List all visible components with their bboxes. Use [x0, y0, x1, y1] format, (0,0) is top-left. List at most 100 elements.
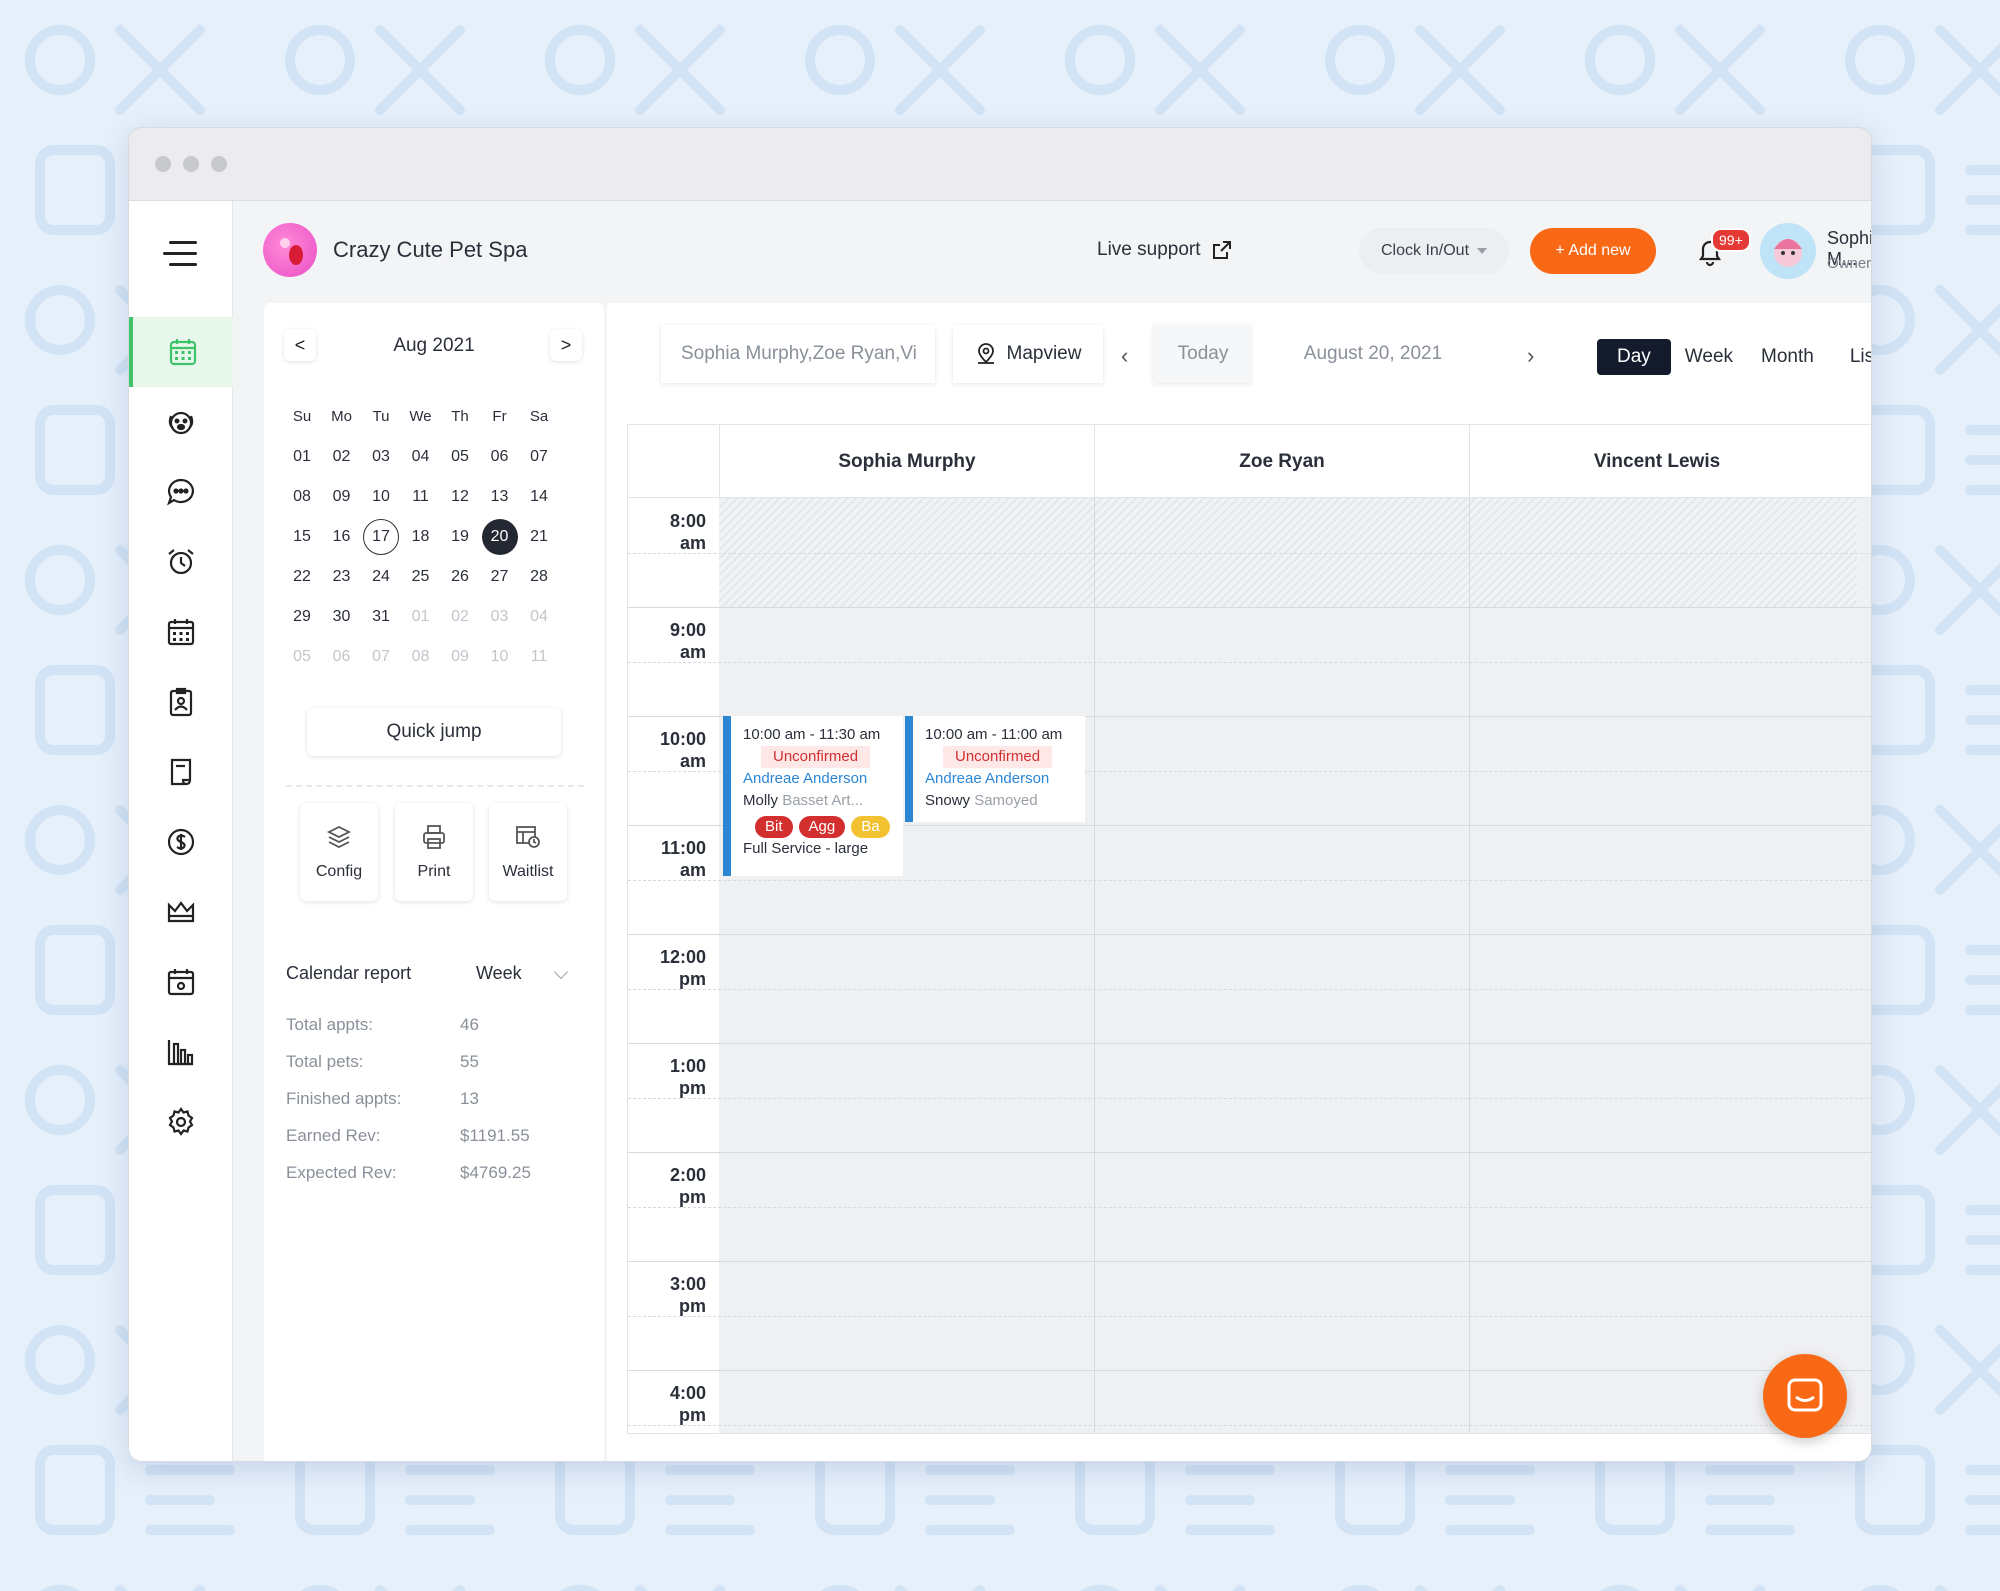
client-name[interactable]: Andreae Anderson	[925, 768, 1085, 790]
calendar-day[interactable]: 19	[442, 519, 478, 555]
window-close-dot[interactable]	[155, 156, 171, 172]
time-label-hour: 11:00	[660, 838, 706, 858]
calendar-day[interactable]: 18	[403, 519, 439, 555]
appointment-card[interactable]: 10:00 am - 11:00 am Unconfirmed Andreae An…	[905, 716, 1085, 822]
mapview-button[interactable]: Mapview	[953, 325, 1103, 383]
waitlist-button[interactable]: Waitlist	[489, 803, 567, 901]
external-link-icon	[1212, 241, 1231, 259]
calendar-day[interactable]: 02	[324, 439, 360, 475]
tab-day[interactable]: Day	[1597, 339, 1671, 375]
window-minimize-dot[interactable]	[183, 156, 199, 172]
calendar-day[interactable]: 08	[403, 639, 439, 675]
calendar-day[interactable]: 24	[363, 559, 399, 595]
time-label-ampm: pm	[679, 969, 706, 989]
sidebar-item-staff[interactable]	[129, 667, 233, 737]
config-button[interactable]: Config	[300, 803, 378, 901]
calendar-day[interactable]: 10	[363, 479, 399, 515]
client-name[interactable]: Andreae Anderson	[743, 768, 903, 790]
calendar-day[interactable]: 09	[442, 639, 478, 675]
tab-week[interactable]: Week	[1671, 340, 1747, 374]
calendar-day[interactable]: 09	[324, 479, 360, 515]
window-maximize-dot[interactable]	[211, 156, 227, 172]
next-day-chevron-icon[interactable]: ›	[1527, 343, 1534, 369]
sidebar-item-bookings[interactable]	[129, 947, 233, 1017]
staff-filter-select[interactable]: Sophia Murphy,Zoe Ryan,Vi	[661, 325, 935, 383]
calendar-day[interactable]: 26	[442, 559, 478, 595]
stat-value: $4769.25	[460, 1163, 531, 1182]
calendar-day[interactable]: 11	[403, 479, 439, 515]
calendar-day[interactable]: 25	[403, 559, 439, 595]
report-period-select[interactable]: Week	[476, 963, 522, 984]
tab-list[interactable]: List	[1836, 340, 1871, 374]
calendar-day[interactable]: 31	[363, 599, 399, 635]
calendar-day[interactable]: 07	[521, 439, 557, 475]
calendar-day[interactable]: 30	[324, 599, 360, 635]
sidebar-item-calendar[interactable]	[129, 317, 233, 387]
print-button[interactable]: Print	[395, 803, 473, 901]
crown-icon	[167, 901, 195, 923]
tab-month[interactable]: Month	[1747, 340, 1828, 374]
sidebar-item-reminders[interactable]	[129, 527, 233, 597]
calendar-day[interactable]: 05	[442, 439, 478, 475]
chevron-down-icon[interactable]	[553, 964, 569, 980]
calendar-day[interactable]: 08	[284, 479, 320, 515]
sidebar-item-documents[interactable]	[129, 737, 233, 807]
calendar-day[interactable]: 01	[284, 439, 320, 475]
calendar-day[interactable]: 16	[324, 519, 360, 555]
chat-widget-button[interactable]	[1763, 1354, 1847, 1438]
calendar-day[interactable]: 28	[521, 559, 557, 595]
calendar-day[interactable]: 17	[363, 519, 399, 555]
brand-name: Crazy Cute Pet Spa	[333, 237, 528, 262]
document-icon	[170, 758, 192, 786]
clock-in-out-button[interactable]: Clock In/Out	[1359, 228, 1509, 274]
stat-label: Finished appts:	[286, 1089, 402, 1108]
sidebar-item-schedule[interactable]	[129, 597, 233, 667]
add-new-button[interactable]: + Add new	[1530, 228, 1656, 274]
sidebar	[129, 201, 233, 1461]
calendar-day[interactable]: 14	[521, 479, 557, 515]
calendar-day[interactable]: 12	[442, 479, 478, 515]
calendar-day[interactable]: 10	[482, 639, 518, 675]
calendar-day[interactable]: 21	[521, 519, 557, 555]
sidebar-item-reports[interactable]	[129, 1017, 233, 1087]
sidebar-item-payments[interactable]	[129, 807, 233, 877]
column-divider	[1469, 498, 1470, 1433]
calendar-day[interactable]: 20	[481, 519, 518, 555]
calendar-day[interactable]: 27	[482, 559, 518, 595]
calendar-day[interactable]: 06	[324, 639, 360, 675]
time-label-hour: 8:00	[669, 511, 706, 531]
appointment-card[interactable]: 10:00 am - 11:30 am Unconfirmed Andreae An…	[723, 716, 903, 876]
map-pin-icon	[977, 343, 994, 364]
time-label-hour: 10:00	[659, 729, 706, 749]
calendar-day[interactable]: 03	[482, 599, 518, 635]
sidebar-item-pets[interactable]	[129, 387, 233, 457]
calendar-day[interactable]: 15	[284, 519, 320, 555]
menu-icon[interactable]	[163, 241, 197, 267]
calendar-day[interactable]: 06	[482, 439, 518, 475]
sidebar-item-messages[interactable]	[129, 457, 233, 527]
calendar-day[interactable]: 11	[521, 639, 557, 675]
calendar-day[interactable]: 03	[363, 439, 399, 475]
calendar-day[interactable]: 02	[442, 599, 478, 635]
hour-line	[628, 1370, 1871, 1371]
calendar-day[interactable]: 29	[284, 599, 320, 635]
avatar[interactable]	[1760, 223, 1816, 279]
calendar-day[interactable]: 07	[363, 639, 399, 675]
calendar-day[interactable]: 04	[403, 439, 439, 475]
calendar-day[interactable]: 05	[284, 639, 320, 675]
prev-day-chevron-icon[interactable]: ‹	[1121, 343, 1128, 369]
half-hour-line	[628, 552, 1871, 554]
today-button[interactable]: Today	[1153, 325, 1253, 383]
next-month-button[interactable]: >	[550, 329, 582, 361]
calendar-day[interactable]: 13	[482, 479, 518, 515]
live-support-link[interactable]: Live support	[1097, 239, 1233, 261]
time-label-hour: 3:00	[669, 1274, 706, 1294]
calendar-day[interactable]: 23	[324, 559, 360, 595]
calendar-day[interactable]: 22	[284, 559, 320, 595]
service-name: Full Service - large	[743, 840, 869, 857]
calendar-day[interactable]: 01	[403, 599, 439, 635]
sidebar-item-memberships[interactable]	[129, 877, 233, 947]
sidebar-item-settings[interactable]	[129, 1087, 233, 1157]
calendar-day[interactable]: 04	[521, 599, 557, 635]
quick-jump-button[interactable]: Quick jump	[307, 708, 561, 756]
